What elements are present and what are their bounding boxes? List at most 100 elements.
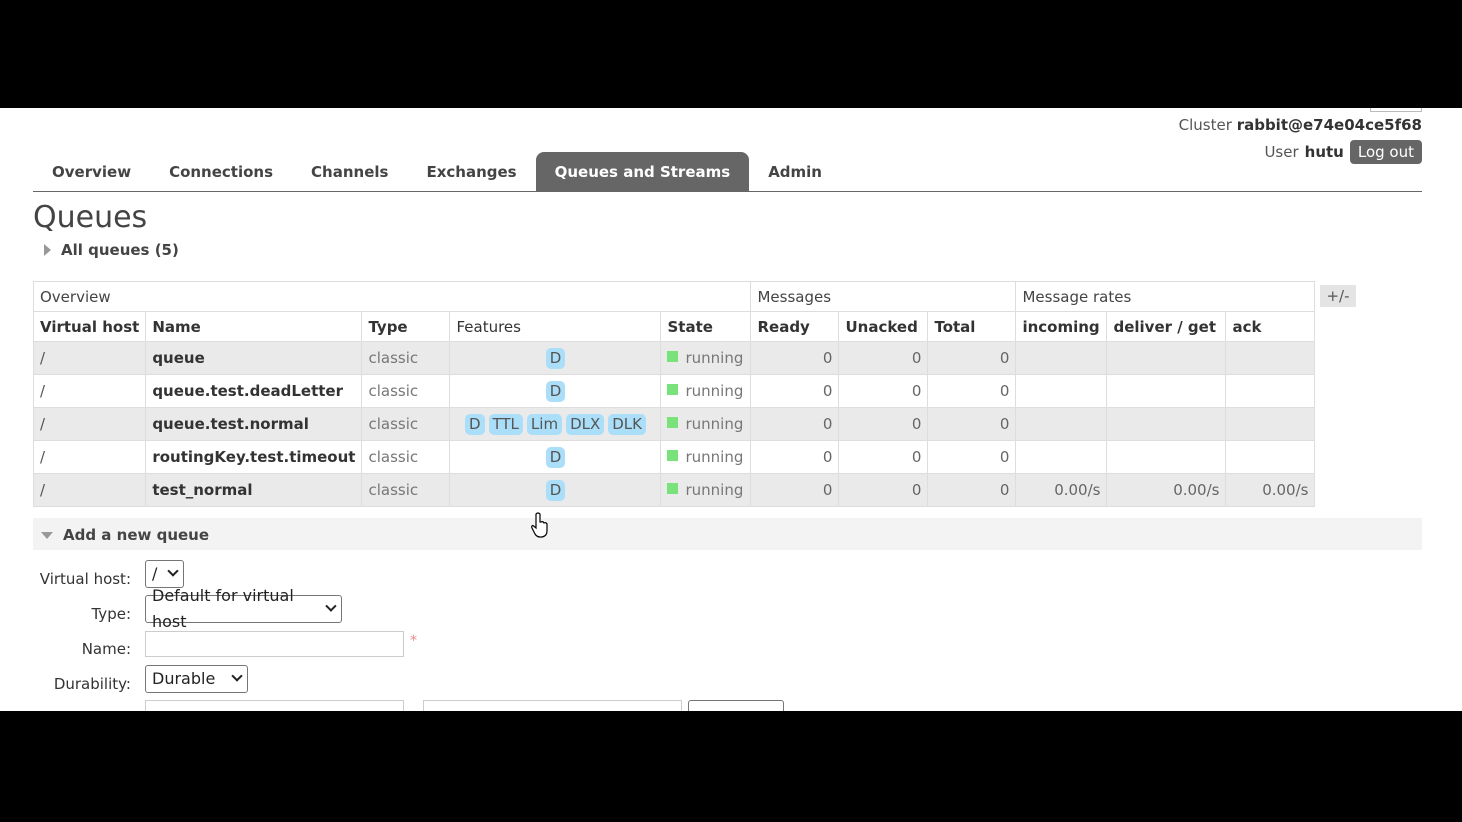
required-mark: * [410,633,417,649]
queues-table: Overview Messages Message rates Virtual … [32,281,1316,507]
type-label: Type: [91,605,131,623]
cell-deliver-get [1106,341,1227,375]
cell-deliver-get [1106,407,1227,441]
queue-name-link[interactable]: routingKey.test.timeout [145,440,363,474]
cell-vhost: / [32,473,147,507]
tab-exchanges[interactable]: Exchanges [407,152,535,191]
cell-ack [1225,407,1316,441]
cell-unacked: 0 [838,440,929,474]
tab-queues-and-streams[interactable]: Queues and Streams [535,152,750,191]
cell-incoming [1015,440,1108,474]
col-deliver-get[interactable]: deliver / get [1106,311,1227,342]
column-toggle-button[interactable]: +/- [1320,285,1356,307]
app-window: Cluster rabbit@e74e04ce5f68 User hutu Lo… [0,108,1462,711]
all-queues-toggle[interactable]: All queues (5) [44,241,179,259]
cell-features: D [449,473,662,507]
cell-ready: 0 [750,341,840,375]
cell-ready: 0 [750,473,840,507]
arguments-type-select[interactable] [688,700,784,711]
state-running-icon [667,483,679,494]
col-type[interactable]: Type [361,311,451,342]
type-select[interactable]: Default for virtual host [145,586,342,631]
tab-admin[interactable]: Admin [749,152,841,191]
group-overview: Overview [32,281,752,312]
col-unacked[interactable]: Unacked [838,311,929,342]
cell-ready: 0 [750,440,840,474]
feature-badge: D [545,347,566,369]
feature-badge: DLK [608,413,646,435]
col-ready[interactable]: Ready [750,311,840,342]
cell-ready: 0 [750,374,840,408]
cell-state: running [660,374,752,408]
chevron-down-icon [167,565,179,577]
cell-type: classic [361,473,451,507]
vhost-label: Virtual host: [39,570,131,588]
cell-type: classic [361,440,451,474]
cluster-name: rabbit@e74e04ce5f68 [1236,116,1422,134]
cell-features: D [449,440,662,474]
cell-state: running [660,440,752,474]
col-ack[interactable]: ack [1225,311,1316,342]
cell-vhost: / [32,374,147,408]
queue-name-link[interactable]: queue [145,341,363,375]
chevron-down-icon [325,600,337,612]
state-running-icon [667,351,679,362]
cell-total: 0 [927,374,1017,408]
feature-badge: TTL [488,413,523,435]
add-queue-toggle[interactable]: Add a new queue [41,526,209,544]
col-state[interactable]: State [660,311,752,342]
arguments-key-input[interactable] [145,700,404,711]
cell-deliver-get: 0.00/s [1106,473,1227,507]
cell-type: classic [361,374,451,408]
feature-badge: D [545,446,566,468]
arguments-value-input[interactable] [423,700,682,711]
durability-label: Durability: [53,675,131,693]
cell-features: D TTL Lim DLX DLK [449,407,662,441]
cell-state: running [660,407,752,441]
cell-deliver-get [1106,374,1227,408]
name-input[interactable] [145,631,404,657]
col-name[interactable]: Name [145,311,363,342]
cell-features: D [449,374,662,408]
cell-unacked: 0 [838,407,929,441]
queue-name-link[interactable]: queue.test.normal [145,407,363,441]
main-tabs: Overview Connections Channels Exchanges … [33,152,1422,192]
cell-state: running [660,341,752,375]
cell-incoming [1015,341,1108,375]
cell-ready: 0 [750,407,840,441]
cell-unacked: 0 [838,473,929,507]
queue-name-link[interactable]: test_normal [145,473,363,507]
group-message-rates: Message rates [1015,281,1316,312]
cell-incoming: 0.00/s [1015,473,1108,507]
cell-total: 0 [927,473,1017,507]
cell-type: classic [361,407,451,441]
queue-name-link[interactable]: queue.test.deadLetter [145,374,363,408]
chevron-down-icon [231,670,243,682]
cell-unacked: 0 [838,341,929,375]
state-running-icon [667,384,679,395]
feature-badge: D [545,380,566,402]
cell-total: 0 [927,341,1017,375]
col-features: Features [449,311,662,342]
cell-type: classic [361,341,451,375]
feature-badge: Lim [526,413,563,435]
group-messages: Messages [750,281,1017,312]
cell-vhost: / [32,440,147,474]
col-incoming[interactable]: incoming [1015,311,1108,342]
cell-unacked: 0 [838,374,929,408]
cell-incoming [1015,374,1108,408]
cell-total: 0 [927,440,1017,474]
page-title: Queues [33,200,148,235]
cell-state: running [660,473,752,507]
tab-connections[interactable]: Connections [150,152,292,191]
col-virtual-host[interactable]: Virtual host [32,311,147,342]
durability-select[interactable]: Durable [145,665,248,693]
col-total[interactable]: Total [927,311,1017,342]
tab-overview[interactable]: Overview [33,152,150,191]
table-row: / queue.test.normal classic D TTL Lim DLX DL… [32,407,1316,441]
tab-channels[interactable]: Channels [292,152,407,191]
add-queue-bar [33,518,1422,550]
table-row: / routingKey.test.timeout classic D runn… [32,440,1316,474]
state-running-icon [667,450,679,461]
cell-vhost: / [32,407,147,441]
